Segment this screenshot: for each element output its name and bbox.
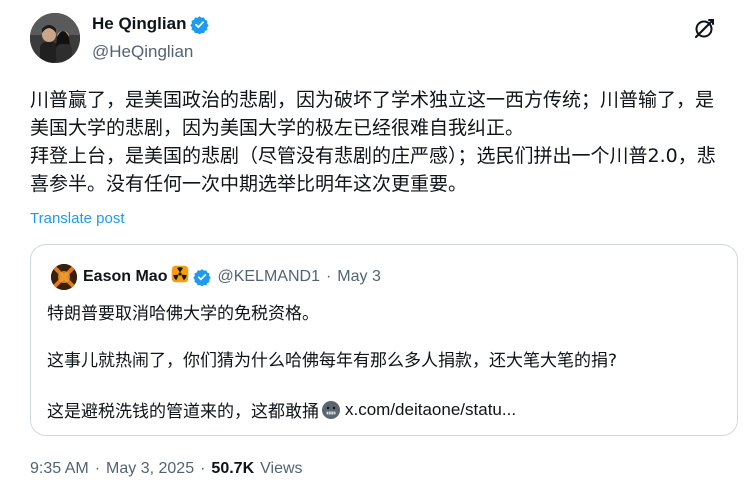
quote-date[interactable]: May 3	[337, 268, 381, 286]
views-count: 50.7K	[211, 460, 255, 477]
quote-author-handle[interactable]: @KELMAND1	[217, 268, 320, 286]
translate-post-link[interactable]: Translate post	[30, 210, 125, 227]
quote-link[interactable]: x.com/deitaone/statu...	[345, 400, 516, 420]
quote-header: Eason Mao @KELMAND1 · May 3	[83, 265, 381, 288]
tweet-text: 川普赢了，是美国政治的悲剧，因为破坏了学术独立这一西方传统；川普输了，是美国大学…	[30, 86, 730, 198]
quote-line-1: 特朗普要取消哈佛大学的免税资格。	[47, 304, 319, 324]
author-name-row[interactable]: He Qinglian	[92, 14, 210, 35]
meta-separator-1: ·	[94, 460, 101, 477]
tweet-date[interactable]: May 3, 2025	[106, 460, 194, 478]
quote-line-3-text: 这是避税洗钱的管道来的，这都敢捅	[47, 402, 319, 422]
grok-icon[interactable]	[692, 17, 716, 41]
tweet-paragraph-2: 拜登上台，是美国的悲剧（尽管没有悲剧的庄严感）；选民们拼出一个川普2.0，悲喜参…	[30, 145, 716, 195]
quote-author-avatar[interactable]	[51, 264, 77, 290]
quote-line-2: 这事儿就热闹了，你们猜为什么哈佛每年有那么多人捐款，还大笔大笔的捐?	[47, 351, 618, 371]
author-avatar[interactable]	[30, 13, 80, 63]
author-name[interactable]: He Qinglian	[92, 14, 186, 34]
quote-line-3: 这是避税洗钱的管道来的，这都敢捅 x.com/deitaone/statu...	[47, 397, 516, 423]
tweet-time[interactable]: 9:35 AM	[30, 460, 89, 478]
grimace-face-icon	[321, 400, 341, 420]
tweet-paragraph-1: 川普赢了，是美国政治的悲剧，因为破坏了学术独立这一西方传统；川普输了，是美国大学…	[30, 89, 715, 139]
quote-author-name[interactable]: Eason Mao	[83, 268, 167, 286]
quote-separator: ·	[325, 267, 332, 285]
tweet-meta-row: 9:35 AM · May 3, 2025 · 50.7K Views	[30, 460, 303, 478]
radioactive-icon	[171, 265, 189, 288]
author-handle[interactable]: @HeQinglian	[92, 42, 193, 62]
quoted-tweet-card[interactable]: Eason Mao @KELMAND1 · May 3 特朗普要取消哈佛大学的免…	[30, 244, 738, 436]
verified-badge-icon	[190, 15, 210, 35]
meta-separator-2: ·	[200, 460, 206, 477]
views-label: Views	[260, 460, 303, 477]
quote-verified-badge-icon	[193, 268, 212, 287]
